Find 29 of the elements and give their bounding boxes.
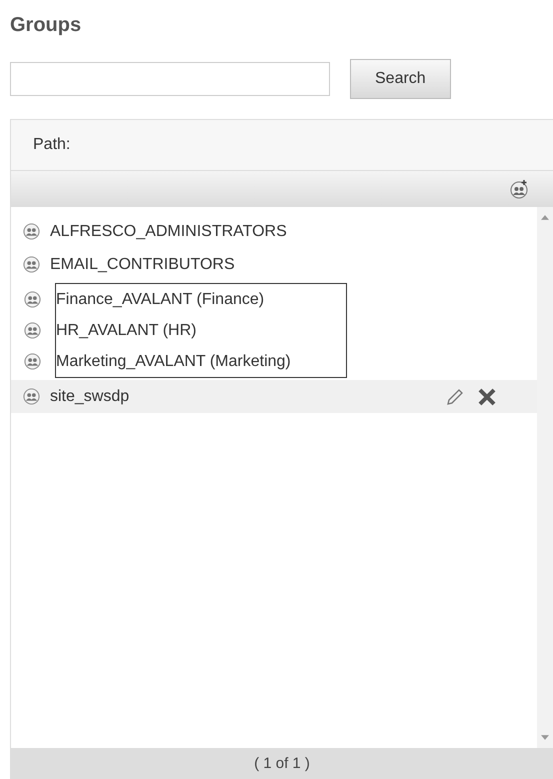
page-title: Groups [10,14,82,37]
edit-pencil-icon[interactable] [445,386,465,406]
page-count: ( 1 of 1 ) [254,754,310,772]
search-button[interactable]: Search [350,59,451,99]
group-name: Marketing_AVALANT (Marketing) [55,352,292,370]
search-field[interactable] [10,62,330,96]
group-row[interactable]: ALFRESCO_ADMINISTRATORS [11,215,537,248]
group-name: HR_AVALANT (HR) [55,322,198,340]
group-name: EMAIL_CONTRIBUTORS [50,256,236,274]
group-row[interactable]: HR_AVALANT (HR) [12,315,346,346]
group-name: ALFRESCO_ADMINISTRATORS [50,222,288,240]
path-label: Path: [33,136,70,153]
scrollbar[interactable] [537,207,553,748]
group-icon [23,388,40,405]
group-name: Finance_AVALANT (Finance) [55,290,266,308]
scroll-up-icon[interactable] [541,215,549,220]
delete-icon[interactable] [477,386,497,406]
group-icon [23,223,40,240]
group-icon [24,353,41,370]
selected-group-row[interactable]: site_swsdp [11,380,537,413]
group-icon [23,256,40,273]
group-name: site_swsdp [50,388,130,406]
scroll-down-icon[interactable] [541,735,549,740]
group-row[interactable]: Finance_AVALANT (Finance) [12,284,346,315]
add-group-icon[interactable] [509,179,529,199]
group-icon [24,291,41,308]
group-row[interactable]: EMAIL_CONTRIBUTORS [11,248,537,281]
group-icon [24,322,41,339]
group-row[interactable]: Marketing_AVALANT (Marketing) [12,346,346,377]
